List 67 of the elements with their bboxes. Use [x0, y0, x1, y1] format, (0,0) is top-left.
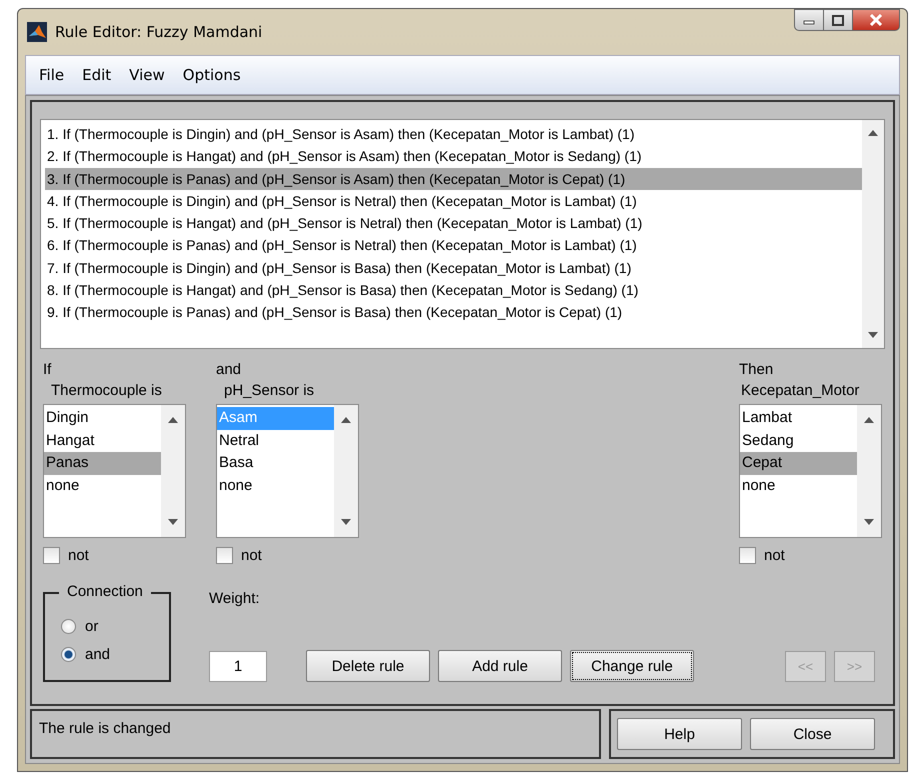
scrollbar[interactable]: [161, 405, 185, 537]
column-heading: Then: [739, 361, 774, 378]
menu-item[interactable]: Edit: [73, 66, 120, 84]
scroll-down-icon[interactable]: [341, 519, 351, 525]
rule-item[interactable]: 6. If (Thermocouple is Panas) and (pH_Sensor is Netral) then (Kecepatan_Motor is Lambat) (1): [45, 234, 862, 257]
variable-label: Kecepatan_Motor: [741, 382, 860, 401]
list-option[interactable]: Sedang: [740, 430, 857, 452]
close-icon: [869, 14, 883, 26]
list-option[interactable]: Panas: [44, 452, 161, 474]
rule-item[interactable]: 5. If (Thermocouple is Hangat) and (pH_Sensor is Netral) then (Kecepatan_Motor is Lambat) (1): [45, 212, 862, 234]
maximize-button[interactable]: [823, 9, 853, 31]
rule-item[interactable]: 7. If (Thermocouple is Dingin) and (pH_Sensor is Basa) then (Kecepatan_Motor is Lambat) (1): [45, 256, 862, 280]
maximize-icon: [832, 14, 844, 26]
radio-button[interactable]: [61, 647, 76, 662]
checkbox-label: not: [241, 547, 262, 564]
list-option[interactable]: none: [740, 474, 857, 497]
dialog-button[interactable]: Close: [750, 718, 875, 750]
scroll-down-icon[interactable]: [868, 332, 878, 338]
peak-surface-icon: [27, 22, 47, 42]
status-text: The rule is changed: [39, 720, 171, 737]
list-option[interactable]: Dingin: [44, 407, 161, 430]
close-button[interactable]: [852, 9, 900, 31]
action-button[interactable]: Delete rule: [306, 650, 430, 682]
column-heading: If: [43, 361, 52, 378]
radio-label: and: [85, 646, 110, 663]
menu-item[interactable]: Options: [174, 66, 250, 84]
list-option[interactable]: Lambat: [740, 407, 857, 430]
checkbox-label: not: [68, 547, 89, 564]
scroll-up-icon[interactable]: [868, 130, 878, 136]
weight-label: Weight:: [209, 590, 261, 607]
scrollbar[interactable]: [862, 120, 884, 348]
menu-item[interactable]: File: [30, 66, 74, 84]
rule-item[interactable]: 9. If (Thermocouple is Panas) and (pH_Sensor is Basa) then (Kecepatan_Motor is Cepat) (1): [45, 301, 862, 324]
list-option[interactable]: Hangat: [44, 430, 161, 452]
checkbox[interactable]: [739, 547, 756, 564]
scroll-down-icon[interactable]: [168, 519, 178, 525]
list-option[interactable]: Basa: [217, 452, 334, 474]
dialog-button[interactable]: Help: [617, 718, 742, 750]
checkbox-label: not: [764, 547, 785, 564]
scroll-up-icon[interactable]: [864, 417, 874, 423]
scrollbar[interactable]: [334, 405, 358, 537]
list-option[interactable]: none: [217, 474, 334, 497]
variable-label: pH_Sensor is: [224, 382, 316, 401]
minimize-button[interactable]: [794, 9, 824, 31]
weight-field[interactable]: 1: [209, 651, 267, 682]
column-heading: and: [216, 361, 242, 378]
radio-label: or: [85, 618, 98, 635]
rule-item[interactable]: 2. If (Thermocouple is Hangat) and (pH_Sensor is Asam) then (Kecepatan_Motor is Sedang) (1): [45, 145, 862, 168]
checkbox[interactable]: [216, 547, 233, 564]
scroll-down-icon[interactable]: [864, 519, 874, 525]
list-option[interactable]: Cepat: [740, 452, 857, 474]
checkbox[interactable]: [43, 547, 60, 564]
scrollbar[interactable]: [857, 405, 881, 537]
window-title: Rule Editor: Fuzzy Mamdani: [55, 23, 262, 41]
list-option[interactable]: Netral: [217, 430, 334, 452]
rule-item[interactable]: 1. If (Thermocouple is Dingin) and (pH_Sensor is Asam) then (Kecepatan_Motor is Lambat) (1): [45, 123, 862, 146]
variable-label: Thermocouple is: [51, 382, 163, 401]
rule-item[interactable]: 4. If (Thermocouple is Dingin) and (pH_Sensor is Netral) then (Kecepatan_Motor is Lambat) (1): [45, 190, 862, 212]
rule-item[interactable]: 8. If (Thermocouple is Hangat) and (pH_Sensor is Basa) then (Kecepatan_Motor is Sedang) (1): [45, 279, 862, 302]
scroll-up-icon[interactable]: [168, 417, 178, 423]
action-button[interactable]: Add rule: [438, 650, 562, 682]
scroll-up-icon[interactable]: [341, 417, 351, 423]
action-button[interactable]: Change rule: [570, 650, 694, 682]
rule-item[interactable]: 3. If (Thermocouple is Panas) and (pH_Sensor is Asam) then (Kecepatan_Motor is Cepat) (1): [45, 168, 862, 190]
radio-button[interactable]: [61, 619, 76, 634]
list-option[interactable]: none: [44, 474, 161, 497]
menu-item[interactable]: View: [120, 66, 174, 84]
